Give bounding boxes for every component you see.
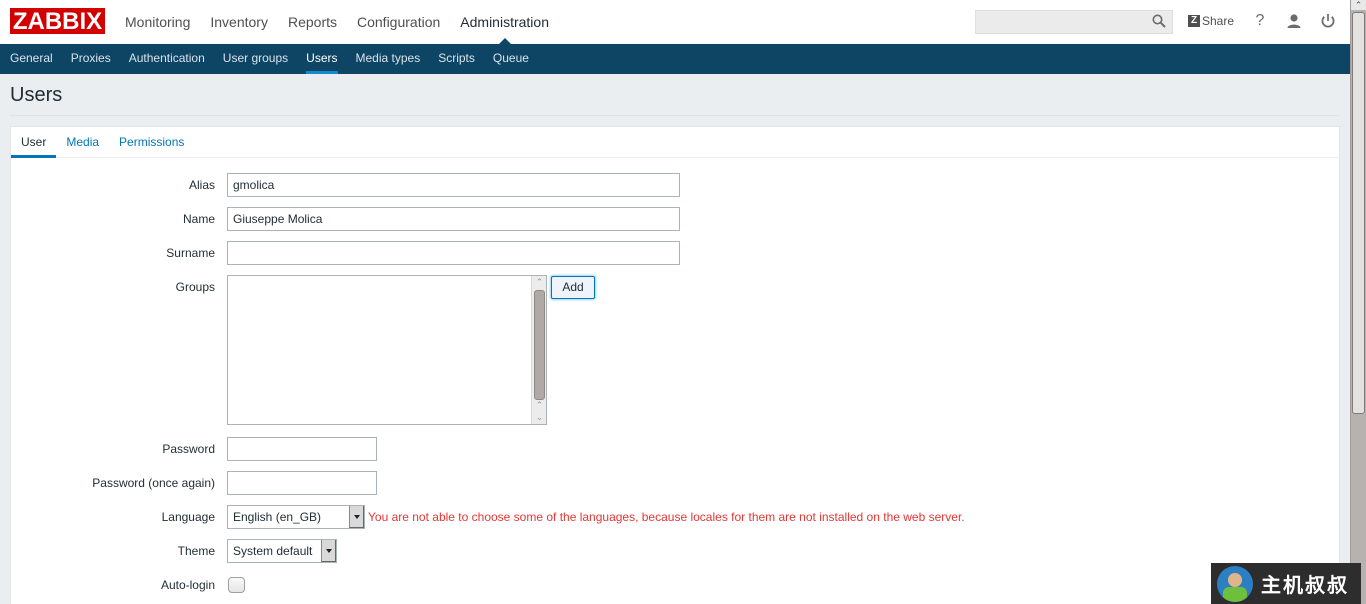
title-divider bbox=[10, 115, 1339, 116]
subnav-users[interactable]: Users bbox=[297, 44, 346, 74]
subnav-general[interactable]: General bbox=[1, 44, 62, 74]
main-nav-configuration[interactable]: Configuration bbox=[347, 0, 450, 44]
main-nav-administration[interactable]: Administration bbox=[450, 0, 559, 44]
main-nav: Monitoring Inventory Reports Configurati… bbox=[115, 0, 559, 44]
groups-scrollbar[interactable]: ⌃ ⌃ ⌄ bbox=[531, 276, 546, 424]
sub-nav: General Proxies Authentication User grou… bbox=[0, 44, 1350, 74]
subnav-proxies[interactable]: Proxies bbox=[62, 44, 120, 74]
subnav-queue[interactable]: Queue bbox=[484, 44, 538, 74]
groups-label: Groups bbox=[175, 280, 215, 294]
user-form-panel: User Media Permissions Alias gmolica Nam… bbox=[10, 126, 1340, 604]
scroll-down-icon[interactable]: ⌄ bbox=[532, 412, 547, 422]
form-tabs: User Media Permissions bbox=[11, 127, 1339, 158]
groups-listbox[interactable]: ⌃ ⌃ ⌄ bbox=[227, 275, 547, 425]
theme-selected: System default bbox=[233, 544, 313, 558]
groups-scroll-thumb[interactable] bbox=[534, 290, 545, 400]
search-icon[interactable] bbox=[1152, 14, 1166, 28]
top-header: ZABBIX Monitoring Inventory Reports Conf… bbox=[0, 0, 1350, 44]
password-field[interactable] bbox=[227, 437, 377, 461]
scroll-up-icon[interactable]: ⌃ bbox=[1351, 0, 1366, 10]
main-nav-inventory[interactable]: Inventory bbox=[200, 0, 278, 44]
theme-select[interactable]: System default bbox=[227, 539, 337, 563]
zabbix-logo[interactable]: ZABBIX bbox=[10, 8, 105, 35]
help-icon[interactable]: ? bbox=[1251, 12, 1269, 30]
main-nav-reports[interactable]: Reports bbox=[278, 0, 347, 44]
language-select[interactable]: English (en_GB) bbox=[227, 505, 365, 529]
name-field[interactable]: Giuseppe Molica bbox=[227, 207, 680, 231]
search-input[interactable] bbox=[975, 10, 1173, 34]
watermark: 主机叔叔 bbox=[1211, 563, 1361, 604]
surname-label: Surname bbox=[166, 246, 215, 260]
subnav-user-groups[interactable]: User groups bbox=[214, 44, 297, 74]
password-label: Password bbox=[162, 442, 215, 456]
password-again-label: Password (once again) bbox=[92, 476, 215, 490]
scroll-up-icon[interactable]: ⌃ bbox=[532, 400, 547, 410]
scroll-up-icon[interactable]: ⌃ bbox=[532, 277, 547, 287]
dropdown-arrow-icon bbox=[349, 506, 364, 528]
password-again-field[interactable] bbox=[227, 471, 377, 495]
language-label: Language bbox=[161, 510, 215, 524]
theme-label: Theme bbox=[177, 544, 215, 558]
language-warning: You are not able to choose some of the l… bbox=[368, 510, 965, 524]
main-nav-monitoring[interactable]: Monitoring bbox=[115, 0, 200, 44]
mascot-icon bbox=[1217, 565, 1253, 602]
autologin-checkbox[interactable] bbox=[228, 577, 245, 593]
user-profile-icon[interactable] bbox=[1285, 12, 1303, 30]
subnav-scripts[interactable]: Scripts bbox=[429, 44, 484, 74]
subnav-media-types[interactable]: Media types bbox=[347, 44, 430, 74]
dropdown-arrow-icon bbox=[321, 540, 336, 562]
subnav-authentication[interactable]: Authentication bbox=[120, 44, 214, 74]
page-title: Users bbox=[10, 84, 63, 106]
logout-icon[interactable] bbox=[1319, 12, 1337, 30]
page-scrollbar[interactable]: ⌃ bbox=[1350, 0, 1366, 604]
alias-label: Alias bbox=[188, 178, 215, 192]
page-scroll-thumb[interactable] bbox=[1352, 12, 1365, 414]
language-selected: English (en_GB) bbox=[233, 510, 322, 524]
share-label: Share bbox=[1202, 14, 1235, 28]
tab-permissions[interactable]: Permissions bbox=[109, 127, 194, 157]
surname-field[interactable] bbox=[227, 241, 680, 265]
autologin-label: Auto-login bbox=[160, 578, 215, 592]
alias-field[interactable]: gmolica bbox=[227, 173, 680, 197]
watermark-text: 主机叔叔 bbox=[1261, 573, 1349, 597]
share-link[interactable]: Z Share bbox=[1188, 14, 1234, 28]
share-icon: Z bbox=[1188, 15, 1200, 27]
tab-media[interactable]: Media bbox=[56, 127, 109, 157]
tab-user[interactable]: User bbox=[11, 127, 57, 158]
name-label: Name bbox=[182, 212, 215, 226]
add-group-button[interactable]: Add bbox=[551, 276, 595, 299]
